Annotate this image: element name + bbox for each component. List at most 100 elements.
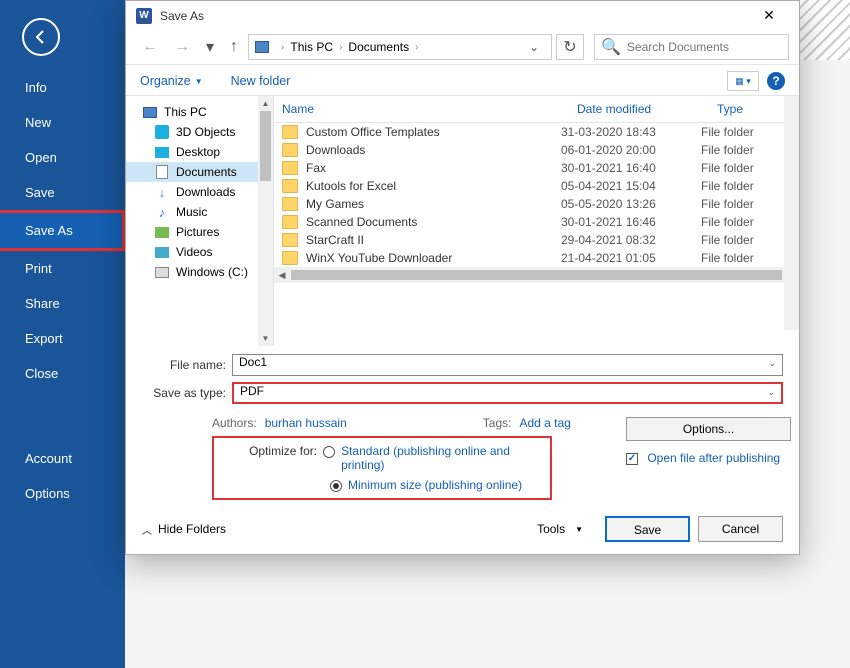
close-button[interactable]: ✕	[749, 7, 789, 24]
refresh-button[interactable]: ↻	[556, 34, 584, 60]
radio-minimum[interactable]	[330, 480, 342, 492]
tree-item-music[interactable]: ♪Music	[126, 202, 273, 222]
table-row[interactable]: Custom Office Templates31-03-2020 18:43F…	[274, 123, 799, 141]
openfile-label[interactable]: Open file after publishing	[647, 451, 780, 465]
scroll-thumb[interactable]	[291, 270, 782, 280]
sidebar-item-open[interactable]: Open	[0, 140, 125, 175]
sidebar-item-save[interactable]: Save	[0, 175, 125, 210]
pc-icon	[255, 41, 269, 53]
radio-standard[interactable]	[323, 446, 335, 458]
authors-value[interactable]: burhan hussain	[265, 416, 347, 430]
file-list: Name Date modified Type Custom Office Te…	[274, 96, 799, 346]
table-row[interactable]: Downloads06-01-2020 20:00File folder	[274, 141, 799, 159]
sidebar-item-close[interactable]: Close	[0, 356, 125, 391]
tree-item-documents[interactable]: Documents	[126, 162, 273, 182]
nav-up-icon[interactable]: ↑	[224, 38, 244, 56]
row-type: File folder	[701, 143, 791, 157]
scroll-up-icon[interactable]: ▲	[258, 96, 273, 111]
breadcrumb-folder[interactable]: Documents	[348, 40, 409, 54]
table-row[interactable]: My Games05-05-2020 13:26File folder	[274, 195, 799, 213]
table-row[interactable]: StarCraft II29-04-2021 08:32File folder	[274, 231, 799, 249]
new-folder-button[interactable]: New folder	[231, 74, 291, 88]
table-row[interactable]: Fax30-01-2021 16:40File folder	[274, 159, 799, 177]
search-field[interactable]	[627, 40, 788, 54]
row-name: Downloads	[306, 143, 561, 157]
column-name[interactable]: Name	[274, 96, 569, 122]
row-type: File folder	[701, 251, 791, 265]
nav-back-icon[interactable]: ←	[136, 38, 164, 56]
row-name: My Games	[306, 197, 561, 211]
tree-item-thispc[interactable]: This PC	[126, 102, 273, 122]
breadcrumb[interactable]: › This PC › Documents › ⌄	[248, 34, 552, 60]
sidebar-item-account[interactable]: Account	[0, 441, 125, 476]
optimize-standard-label[interactable]: Standard (publishing online and printing…	[341, 444, 542, 472]
tree-item-desktop[interactable]: Desktop	[126, 142, 273, 162]
sidebar-item-export[interactable]: Export	[0, 321, 125, 356]
scroll-down-icon[interactable]: ▼	[258, 331, 273, 346]
nav-recent-icon[interactable]: ▾	[200, 37, 220, 57]
sidebar-item-share[interactable]: Share	[0, 286, 125, 321]
hide-folders-button[interactable]: ︿ Hide Folders	[142, 522, 226, 537]
optimize-minimum-label[interactable]: Minimum size (publishing online)	[348, 478, 522, 492]
word-icon: W	[136, 8, 152, 24]
toolbar: Organize▼ New folder ▦ ▾ ?	[126, 65, 799, 95]
tree-item-downloads[interactable]: ↓Downloads	[126, 182, 273, 202]
tree-scrollbar[interactable]: ▲ ▼	[258, 96, 273, 346]
disk-icon	[155, 267, 169, 278]
help-button[interactable]: ?	[767, 72, 785, 90]
tools-menu[interactable]: Tools▼	[537, 522, 583, 536]
sidebar-item-new[interactable]: New	[0, 105, 125, 140]
tree-item-pictures[interactable]: Pictures	[126, 222, 273, 242]
row-type: File folder	[701, 197, 791, 211]
horizontal-scrollbar[interactable]: ◀ ▶	[274, 267, 799, 283]
folder-icon	[282, 251, 298, 265]
videos-icon	[155, 247, 169, 258]
music-icon: ♪	[159, 205, 166, 220]
save-button[interactable]: Save	[605, 516, 690, 542]
table-row[interactable]: WinX YouTube Downloader21-04-2021 01:05F…	[274, 249, 799, 267]
tags-label: Tags:	[483, 416, 512, 430]
chevron-right-icon: ›	[415, 42, 418, 53]
scroll-left-icon[interactable]: ◀	[274, 270, 290, 281]
tree-item-videos[interactable]: Videos	[126, 242, 273, 262]
row-name: WinX YouTube Downloader	[306, 251, 561, 265]
sidebar-item-options[interactable]: Options	[0, 476, 125, 511]
folder-icon	[282, 179, 298, 193]
tree-item-windowsc[interactable]: Windows (C:)	[126, 262, 273, 282]
document-icon	[156, 165, 168, 179]
table-row[interactable]: Scanned Documents30-01-2021 16:46File fo…	[274, 213, 799, 231]
sidebar-item-saveas[interactable]: Save As	[0, 210, 125, 251]
chevron-down-icon[interactable]: ⌄	[767, 387, 775, 398]
column-date[interactable]: Date modified	[569, 96, 709, 122]
options-button[interactable]: Options...	[626, 417, 791, 441]
list-scrollbar[interactable]	[784, 96, 799, 330]
table-row[interactable]: Kutools for Excel05-04-2021 15:04File fo…	[274, 177, 799, 195]
back-button[interactable]	[22, 18, 60, 56]
row-name: Fax	[306, 161, 561, 175]
nav-forward-icon[interactable]: →	[168, 38, 196, 56]
search-icon: 🔍	[595, 37, 627, 57]
chevron-down-icon[interactable]: ⌄	[529, 40, 539, 54]
scroll-thumb[interactable]	[260, 111, 271, 181]
tree-item-3dobjects[interactable]: 3D Objects	[126, 122, 273, 142]
organize-menu[interactable]: Organize▼	[140, 74, 203, 88]
row-name: StarCraft II	[306, 233, 561, 247]
chevron-down-icon[interactable]: ⌄	[768, 358, 776, 369]
cancel-button[interactable]: Cancel	[698, 516, 783, 542]
row-date: 05-05-2020 13:26	[561, 197, 701, 211]
tags-value[interactable]: Add a tag	[519, 416, 570, 430]
folder-icon	[282, 197, 298, 211]
optimize-label: Optimize for:	[222, 444, 323, 458]
filename-input[interactable]: Doc1⌄	[232, 354, 783, 376]
desktop-icon	[155, 147, 169, 158]
sidebar-item-print[interactable]: Print	[0, 251, 125, 286]
breadcrumb-root[interactable]: This PC	[290, 40, 333, 54]
search-input[interactable]: 🔍	[594, 34, 789, 60]
sidebar-item-info[interactable]: Info	[0, 70, 125, 105]
titlebar: W Save As ✕	[126, 1, 799, 30]
view-mode-button[interactable]: ▦ ▾	[727, 71, 759, 91]
openfile-checkbox[interactable]: ✓	[626, 453, 638, 465]
folder-icon	[282, 233, 298, 247]
dialog-title: Save As	[160, 9, 204, 23]
saveastype-select[interactable]: PDF⌄	[232, 382, 783, 404]
